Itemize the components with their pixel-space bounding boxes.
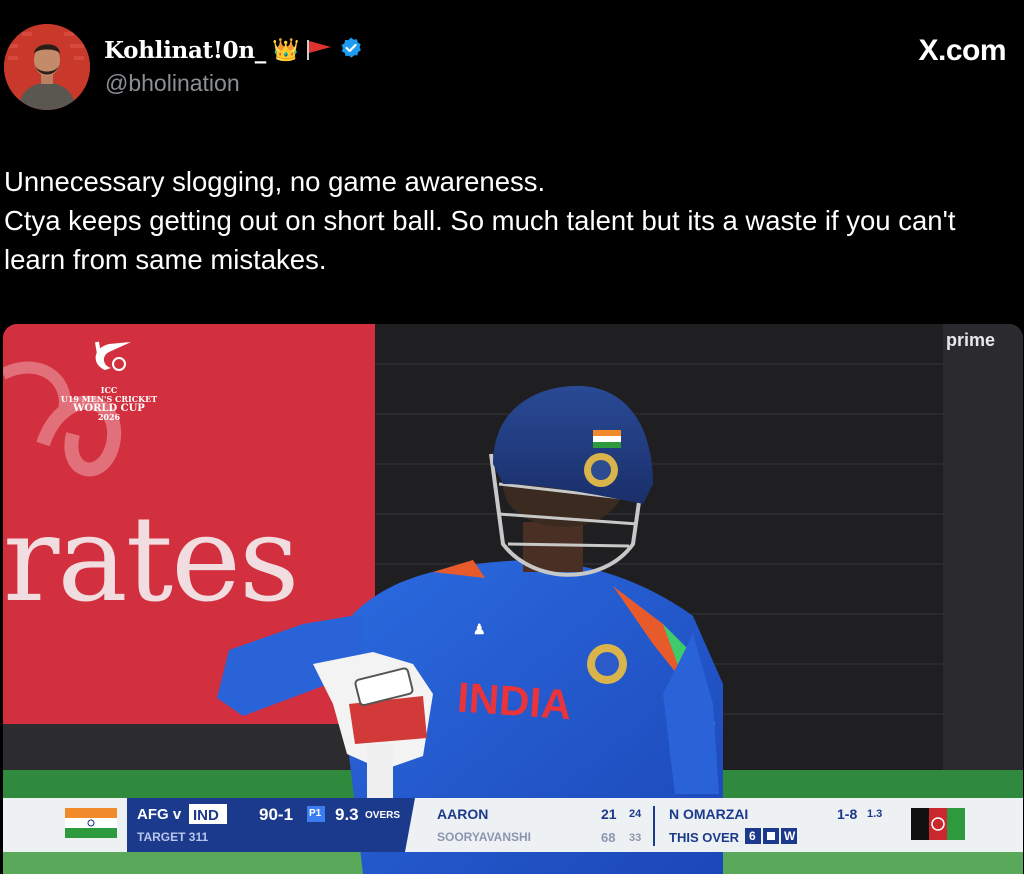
bowler-figures: 1-8 bbox=[837, 806, 858, 822]
avatar-photo bbox=[4, 24, 90, 110]
this-over-ball: 6 bbox=[749, 829, 756, 843]
tweet-line-1: Unnecessary slogging, no game awareness. bbox=[4, 166, 546, 197]
overs: 9.3 bbox=[335, 805, 359, 824]
tweet-line-2: Ctya keeps getting out on short ball. So… bbox=[4, 205, 956, 275]
author-handle[interactable]: @bholination bbox=[105, 70, 240, 97]
team-b: IND bbox=[193, 807, 219, 824]
event-logo-line: 2026 bbox=[97, 412, 121, 422]
score-bar: AFG v IND 90-1 P1 9.3 OVERS TARGET 311 A… bbox=[3, 798, 1023, 852]
target: TARGET 311 bbox=[137, 830, 209, 844]
batter-1-name: AARON bbox=[437, 806, 489, 822]
overs-label: OVERS bbox=[365, 810, 401, 821]
event-logo-text: ICC U19 MEN'S CRICKET WORLD CUP 2026 bbox=[59, 386, 159, 422]
batter-1-balls: 24 bbox=[629, 808, 642, 820]
this-over-ball: W bbox=[784, 829, 796, 843]
red-flag-icon bbox=[305, 38, 333, 62]
svg-text:♟: ♟ bbox=[473, 621, 486, 637]
batter-1-runs: 21 bbox=[601, 806, 617, 822]
team-a: AFG v bbox=[137, 806, 182, 823]
verified-badge-icon bbox=[339, 36, 363, 64]
powerplay-badge: P1 bbox=[309, 808, 322, 819]
tweet-text: Unnecessary slogging, no game awareness.… bbox=[4, 162, 1014, 279]
bowler-overs: 1.3 bbox=[867, 808, 883, 820]
score: 90-1 bbox=[259, 805, 294, 824]
batter-2-balls: 33 bbox=[629, 832, 642, 844]
tweet-media-image[interactable]: ♟ INDIA prime ICC U19 MEN'S CRICKET WORL… bbox=[3, 324, 1023, 874]
author-name-row: Kohlinat!0n_ 👑 bbox=[104, 36, 363, 64]
prime-watermark: prime bbox=[945, 330, 995, 350]
sponsor-board-text: rates bbox=[3, 490, 300, 628]
bowler-name: N OMARZAI bbox=[669, 806, 749, 822]
batter-2-runs: 68 bbox=[601, 830, 616, 845]
this-over-label: THIS OVER bbox=[669, 830, 740, 845]
crown-icon: 👑 bbox=[272, 37, 300, 63]
brand-logo: X.com bbox=[918, 34, 1006, 67]
avatar[interactable] bbox=[4, 24, 90, 110]
jersey-text: INDIA bbox=[456, 673, 573, 728]
batter-2-name: SOORYAVANSHI bbox=[437, 830, 532, 844]
display-name[interactable]: Kohlinat!0n_ bbox=[104, 37, 266, 64]
